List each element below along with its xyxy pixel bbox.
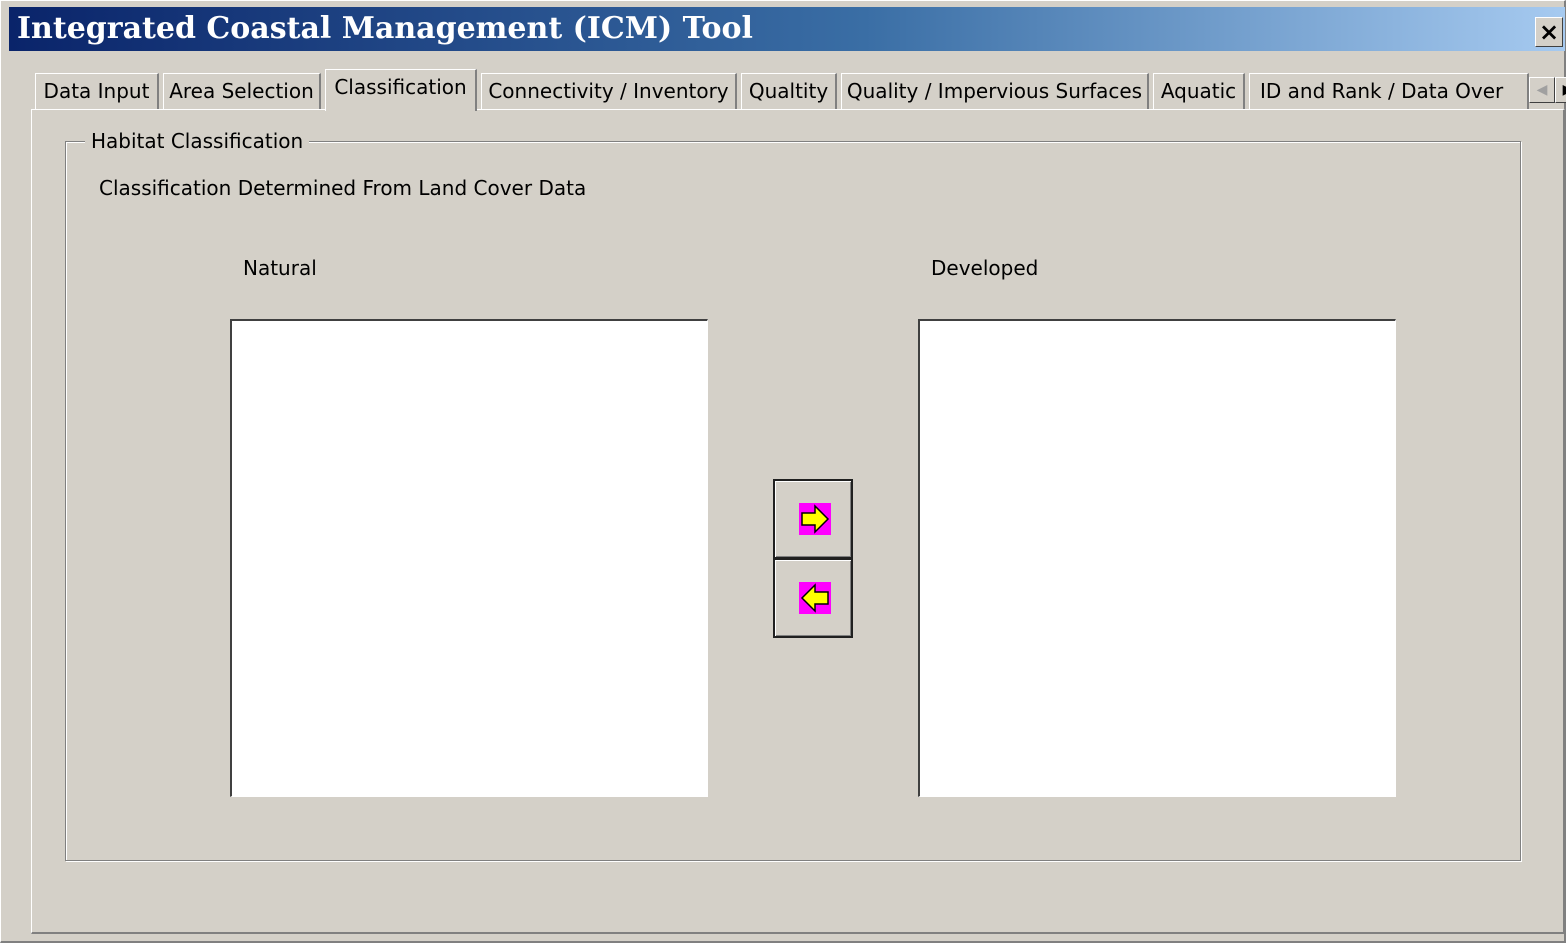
tab-classification[interactable]: Classification xyxy=(325,69,477,111)
scroll-right-icon[interactable]: ▶ xyxy=(1555,77,1566,103)
tab-qualtity[interactable]: Qualtity xyxy=(741,73,837,109)
window-title: Integrated Coastal Management (ICM) Tool xyxy=(17,11,753,46)
move-to-natural-button[interactable] xyxy=(773,558,853,638)
arrow-left-icon xyxy=(799,582,831,614)
scroll-left-icon[interactable]: ◀ xyxy=(1529,77,1555,103)
natural-listbox[interactable] xyxy=(230,319,708,797)
close-button[interactable]: × xyxy=(1535,17,1563,47)
tab-quality-impervious-surfaces[interactable]: Quality / Impervious Surfaces xyxy=(841,73,1149,109)
tab-strip: Data Input Area Selection Classification… xyxy=(31,69,1566,111)
natural-label: Natural xyxy=(243,256,317,280)
icm-tool-window: Integrated Coastal Management (ICM) Tool… xyxy=(0,0,1566,943)
group-title: Habitat Classification xyxy=(85,127,310,155)
tab-area-selection[interactable]: Area Selection xyxy=(163,73,321,109)
title-bar[interactable]: Integrated Coastal Management (ICM) Tool… xyxy=(9,7,1565,51)
developed-label: Developed xyxy=(931,256,1039,280)
move-to-developed-button[interactable] xyxy=(773,479,853,559)
tab-connectivity-inventory[interactable]: Connectivity / Inventory xyxy=(481,73,737,109)
tab-id-and-rank[interactable]: ID and Rank / Data Over xyxy=(1249,73,1529,109)
arrow-right-icon xyxy=(799,503,831,535)
tab-data-input[interactable]: Data Input xyxy=(35,73,159,109)
developed-listbox[interactable] xyxy=(918,319,1396,797)
classification-description: Classification Determined From Land Cove… xyxy=(99,176,587,200)
tab-aquatic[interactable]: Aquatic xyxy=(1153,73,1245,109)
